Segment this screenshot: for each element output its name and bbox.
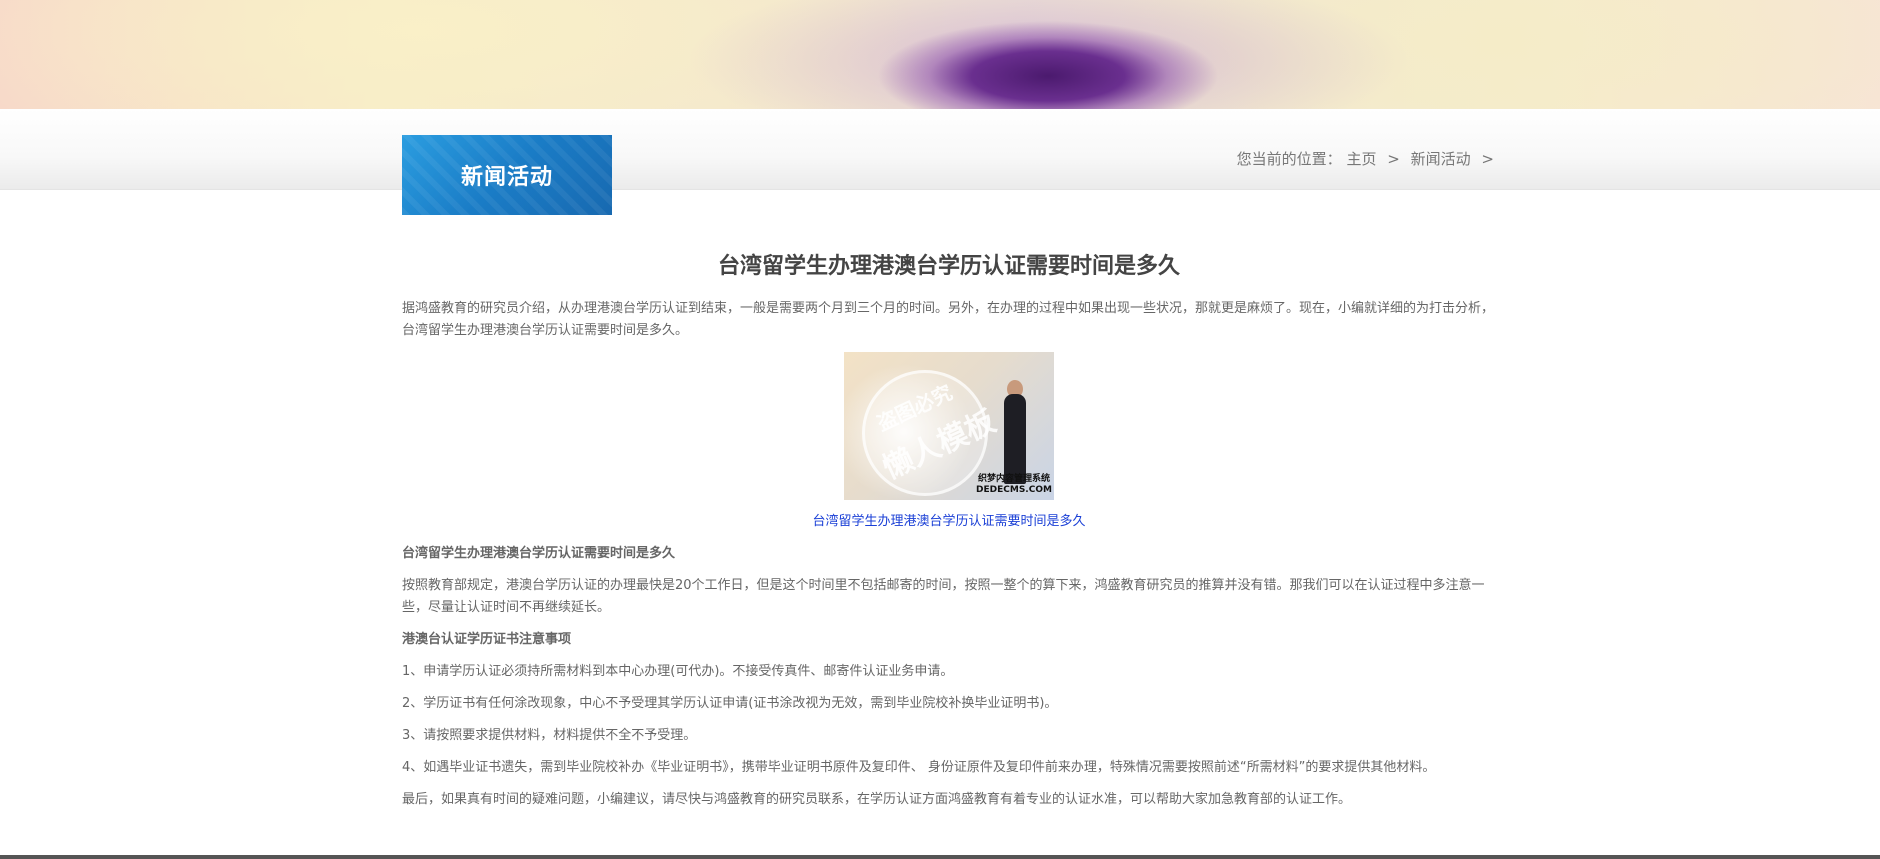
list-item: 1、申请学历认证必须持所需材料到本中心办理(可代办)。不接受传真件、邮寄件认证业… [402, 664, 954, 679]
breadcrumb-separator: > [1387, 150, 1400, 168]
article-paragraph-1: 按照教育部规定，港澳台学历认证的办理最快是20个工作日，但是这个时间里不包括邮寄… [402, 578, 1485, 615]
image-brand: 织梦内容管理系统 DEDECMS.COM [976, 474, 1052, 496]
breadcrumb-prefix: 您当前的位置： [1236, 150, 1342, 168]
breadcrumb-home-link[interactable]: 主页 [1346, 150, 1376, 168]
breadcrumb: 您当前的位置： 主页 > 新闻活动 > [1237, 148, 1500, 169]
footer-divider [0, 855, 1880, 859]
section-title: 新闻活动 [460, 165, 553, 190]
image-caption-link[interactable]: 台湾留学生办理港澳台学历认证需要时间是多久 [812, 514, 1085, 529]
article-content: 台湾留学生办理港澳台学历认证需要时间是多久 据鸿盛教育的研究员介绍，从办理港澳台… [402, 240, 1496, 821]
list-item: 3、请按照要求提供材料，材料提供不全不予受理。 [402, 728, 697, 743]
breadcrumb-separator-trailing: > [1481, 150, 1494, 168]
list-item: 4、如遇毕业证书遗失，需到毕业院校补办《毕业证明书》，携带毕业证明书原件及复印件… [402, 760, 1436, 775]
article-title: 台湾留学生办理港澳台学历认证需要时间是多久 [717, 254, 1180, 279]
breadcrumb-current-link[interactable]: 新闻活动 [1411, 150, 1471, 168]
image-person-body [1004, 394, 1026, 484]
article-subheading-2: 港澳台认证学历证书注意事项 [402, 632, 572, 647]
image-caption: 台湾留学生办理港澳台学历认证需要时间是多久 [402, 510, 1496, 529]
header-band [0, 109, 1880, 190]
article-intro: 据鸿盛教育的研究员介绍，从办理港澳台学历认证到结束，一般是需要两个月到三个月的时… [402, 301, 1495, 338]
section-title-box: 新闻活动 [402, 135, 612, 215]
article-image: 盗图必究 懒人模板 织梦内容管理系统 DEDECMS.COM [844, 352, 1054, 500]
top-banner [0, 0, 1880, 109]
article-subheading-1: 台湾留学生办理港澳台学历认证需要时间是多久 [402, 546, 676, 561]
image-brand-line1: 织梦内容管理系统 [977, 474, 1050, 484]
image-brand-line2: DEDECMS.COM [976, 485, 1052, 495]
article-closing: 最后，如果真有时间的疑难问题，小编建议，请尽快与鸿盛教育的研究员联系，在学历认证… [402, 792, 1352, 807]
list-item: 2、学历证书有任何涂改现象，中心不予受理其学历认证申请(证书涂改视为无效，需到毕… [402, 696, 1058, 711]
